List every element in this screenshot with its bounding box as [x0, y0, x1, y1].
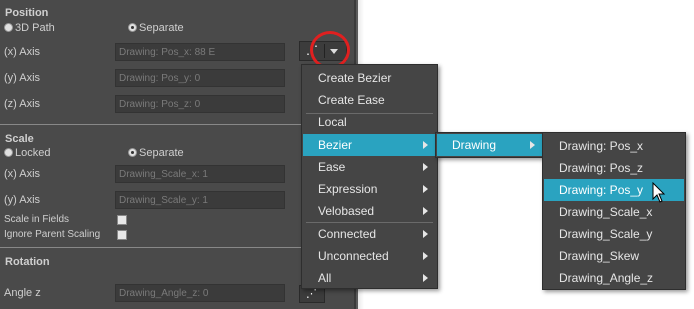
angle-z-label: Angle z	[4, 287, 41, 299]
submenu-arrow-icon	[423, 141, 428, 149]
menu-item-expression[interactable]: Expression	[303, 178, 436, 200]
menu-item-connected-label: Connected	[318, 227, 377, 241]
drawing-submenu: Drawing: Pos_x Drawing: Pos_z Drawing: P…	[542, 132, 686, 290]
y-axis-label: (y) Axis	[4, 72, 41, 84]
radio-locked-label: Locked	[15, 147, 51, 159]
radio-locked[interactable]: Locked	[4, 147, 50, 159]
scale-y-axis-label: (y) Axis	[4, 194, 41, 206]
radio-position-separate-label: Separate	[139, 22, 184, 34]
radio-position-separate[interactable]: Separate	[128, 22, 184, 34]
y-axis-field[interactable]: Drawing: Pos_y: 0	[115, 69, 285, 87]
angle-z-field[interactable]: Drawing_Angle_z: 0	[115, 284, 285, 302]
submenu-arrow-icon	[530, 141, 535, 149]
menu-item-bezier[interactable]: Bezier	[303, 134, 436, 156]
submenu-arrow-icon	[423, 252, 428, 260]
x-axis-field[interactable]: Drawing: Pos_x: 88 E	[115, 43, 285, 61]
radio-position-separate-indicator[interactable]	[128, 23, 137, 32]
radio-scale-separate-label: Separate	[139, 147, 184, 159]
position-section-title: Position	[5, 7, 49, 19]
radio-scale-separate-indicator[interactable]	[128, 148, 137, 157]
submenu-item-pos-x[interactable]: Drawing: Pos_x	[544, 135, 684, 157]
submenu-arrow-icon	[423, 274, 428, 282]
menu-item-ease[interactable]: Ease	[303, 156, 436, 178]
menu-item-unconnected[interactable]: Unconnected	[303, 245, 436, 267]
radio-3d-path-label: 3D Path	[15, 22, 55, 34]
scale-in-fields-checkbox[interactable]	[117, 215, 127, 225]
menu-item-ease-label: Ease	[318, 160, 346, 174]
menu-item-velobased[interactable]: Velobased	[303, 200, 436, 222]
submenu-arrow-icon	[423, 207, 428, 215]
menu-item-bezier-label: Bezier	[318, 138, 353, 152]
submenu-item-scale-y[interactable]: Drawing_Scale_y	[544, 223, 684, 245]
radio-3d-path-indicator[interactable]	[4, 23, 13, 32]
menu-item-local[interactable]: Local	[303, 111, 436, 133]
radio-scale-separate[interactable]: Separate	[128, 147, 184, 159]
radio-3d-path[interactable]: 3D Path	[4, 22, 55, 34]
function-context-menu: Create Bezier Create Ease Local Bezier E…	[301, 64, 438, 289]
menu-item-velobased-label: Velobased	[318, 204, 375, 218]
submenu-item-drawing-label: Drawing	[452, 138, 497, 152]
menu-item-create-ease[interactable]: Create Ease	[303, 89, 436, 111]
scale-in-fields-label: Scale in Fields	[4, 214, 70, 225]
menu-item-expression-label: Expression	[318, 182, 378, 196]
menu-item-unconnected-label: Unconnected	[318, 249, 389, 263]
menu-item-all-label: All	[318, 271, 332, 285]
submenu-arrow-icon	[423, 230, 428, 238]
menu-item-all[interactable]: All	[303, 267, 436, 289]
mouse-cursor-icon	[652, 182, 666, 203]
menu-item-connected[interactable]: Connected	[303, 223, 436, 245]
ignore-parent-scaling-checkbox[interactable]	[117, 230, 127, 240]
ignore-parent-scaling-label: Ignore Parent Scaling	[4, 229, 101, 240]
submenu-arrow-icon	[423, 185, 428, 193]
bezier-submenu: Drawing	[435, 132, 545, 158]
menu-item-create-bezier[interactable]: Create Bezier	[303, 67, 436, 89]
rotation-section-title: Rotation	[5, 256, 50, 268]
scale-section-title: Scale	[5, 133, 34, 145]
scale-x-axis-label: (x) Axis	[4, 168, 41, 180]
z-axis-field[interactable]: Drawing: Pos_z: 0	[115, 95, 285, 113]
scale-x-axis-field[interactable]: Drawing_Scale_x: 1	[115, 165, 285, 183]
z-axis-label: (z) Axis	[4, 98, 41, 110]
radio-locked-indicator[interactable]	[4, 148, 13, 157]
submenu-item-angle-z[interactable]: Drawing_Angle_z	[544, 267, 684, 289]
submenu-item-scale-x[interactable]: Drawing_Scale_x	[544, 201, 684, 223]
submenu-arrow-icon	[423, 163, 428, 171]
scale-y-axis-field[interactable]: Drawing_Scale_y: 1	[115, 191, 285, 209]
submenu-item-skew[interactable]: Drawing_Skew	[544, 245, 684, 267]
x-axis-label: (x) Axis	[4, 46, 41, 58]
submenu-item-drawing[interactable]: Drawing	[437, 134, 543, 156]
submenu-item-pos-z[interactable]: Drawing: Pos_z	[544, 157, 684, 179]
